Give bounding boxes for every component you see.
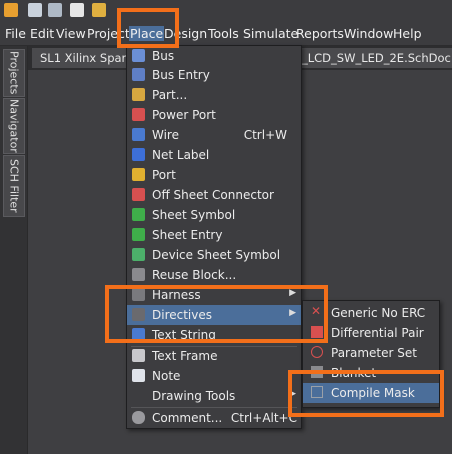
- menu-item-harness[interactable]: Harness ▶: [127, 285, 301, 305]
- menu-project[interactable]: Project: [87, 26, 130, 41]
- menu-file[interactable]: File: [5, 26, 26, 41]
- menu-edit[interactable]: Edit: [30, 26, 54, 41]
- off-sheet-connector-icon: [132, 188, 145, 201]
- open-folder-icon[interactable]: [92, 3, 106, 17]
- menu-item-part[interactable]: Part...: [127, 85, 301, 105]
- menu-item-reuse-block[interactable]: Reuse Block...: [127, 265, 301, 285]
- net-label-icon: [132, 148, 145, 161]
- submenu-arrow-icon: ▶: [289, 288, 296, 298]
- menu-design[interactable]: Design: [164, 26, 207, 41]
- app-logo-icon[interactable]: [4, 3, 18, 17]
- compile-mask-icon: [311, 386, 323, 398]
- side-panel-tabs: Projects Navigator SCH Filter: [0, 46, 28, 454]
- text-string-icon: [132, 328, 145, 341]
- submenu-item-parameter-set[interactable]: Parameter Set: [303, 343, 439, 363]
- submenu-item-generic-no-erc[interactable]: ✕ Generic No ERC: [303, 303, 439, 323]
- text-frame-icon: [132, 349, 145, 362]
- menu-item-text-frame[interactable]: Text Frame: [127, 346, 301, 366]
- part-icon: [132, 88, 145, 101]
- menu-place[interactable]: Place: [129, 26, 165, 41]
- menu-reports[interactable]: Reports: [296, 26, 344, 41]
- menu-item-bus[interactable]: Bus: [127, 46, 301, 66]
- menu-item-bus-entry[interactable]: Bus Entry: [127, 65, 301, 85]
- device-sheet-symbol-icon: [132, 248, 145, 261]
- menu-item-text-string[interactable]: Text String: [127, 325, 301, 345]
- wire-icon: [132, 128, 145, 141]
- toolbar: [0, 0, 452, 23]
- doc-tab-schematic[interactable]: _LCD_SW_LED_2E.SchDoc *: [300, 48, 452, 68]
- port-icon: [132, 168, 145, 181]
- menu-tools[interactable]: Tools: [208, 26, 239, 41]
- bus-entry-icon: [132, 68, 145, 81]
- tab-projects[interactable]: Projects: [3, 49, 25, 97]
- generic-no-erc-icon: ✕: [311, 304, 322, 318]
- submenu-item-compile-mask[interactable]: Compile Mask: [303, 383, 439, 403]
- menu-simulate[interactable]: Simulate: [243, 26, 298, 41]
- save-all-icon[interactable]: [48, 3, 62, 17]
- parameter-set-icon: [311, 346, 323, 358]
- doc-tab-project-label: SL1 Xilinx Spart: [40, 51, 130, 65]
- bus-icon: [132, 49, 145, 62]
- submenu-item-blanket[interactable]: Blanket: [303, 363, 439, 383]
- doc-tab-schematic-label: _LCD_SW_LED_2E.SchDoc *: [302, 51, 452, 65]
- menu-view[interactable]: View: [56, 26, 86, 41]
- comment-icon: [132, 411, 145, 424]
- new-document-icon[interactable]: [70, 3, 84, 17]
- power-port-icon: [132, 108, 145, 121]
- tab-navigator[interactable]: Navigator: [3, 98, 25, 154]
- save-icon[interactable]: [28, 3, 42, 17]
- tab-sch-filter[interactable]: SCH Filter: [3, 155, 25, 217]
- menu-item-net-label[interactable]: Net Label: [127, 145, 301, 165]
- menu-item-sheet-entry[interactable]: Sheet Entry: [127, 225, 301, 245]
- directives-icon: [132, 308, 145, 321]
- menu-item-note[interactable]: Note: [127, 366, 301, 386]
- menubar: File Edit View Project Place Design Tool…: [0, 23, 452, 46]
- menu-item-port[interactable]: Port: [127, 165, 301, 185]
- menu-item-comment[interactable]: Comment... Ctrl+Alt+C: [127, 408, 301, 428]
- menu-item-wire[interactable]: Wire Ctrl+W: [127, 125, 301, 145]
- menu-item-sheet-symbol[interactable]: Sheet Symbol: [127, 205, 301, 225]
- sheet-symbol-icon: [132, 208, 145, 221]
- menu-item-device-sheet-symbol[interactable]: Device Sheet Symbol: [127, 245, 301, 265]
- submenu-arrow-icon: ▶: [289, 389, 296, 399]
- harness-icon: [132, 288, 145, 301]
- doc-tab-project[interactable]: SL1 Xilinx Spart: [32, 48, 130, 68]
- differential-pair-icon: [311, 326, 323, 338]
- note-icon: [132, 369, 145, 382]
- reuse-block-icon: [132, 268, 145, 281]
- directives-submenu: ✕ Generic No ERC Differential Pair Param…: [302, 300, 440, 408]
- sheet-entry-icon: [132, 228, 145, 241]
- menu-item-off-sheet-connector[interactable]: Off Sheet Connector: [127, 185, 301, 205]
- blanket-icon: [311, 366, 323, 378]
- menu-window[interactable]: Window: [344, 26, 393, 41]
- menu-item-power-port[interactable]: Power Port: [127, 105, 301, 125]
- menu-help[interactable]: Help: [393, 26, 422, 41]
- submenu-arrow-icon: ▶: [289, 308, 296, 318]
- menu-item-drawing-tools[interactable]: Drawing Tools ▶: [127, 386, 301, 406]
- submenu-item-differential-pair[interactable]: Differential Pair: [303, 323, 439, 343]
- menu-item-directives[interactable]: Directives ▶: [127, 305, 301, 325]
- place-menu: Bus Bus Entry Part... Power Port Wire Ct…: [126, 45, 302, 429]
